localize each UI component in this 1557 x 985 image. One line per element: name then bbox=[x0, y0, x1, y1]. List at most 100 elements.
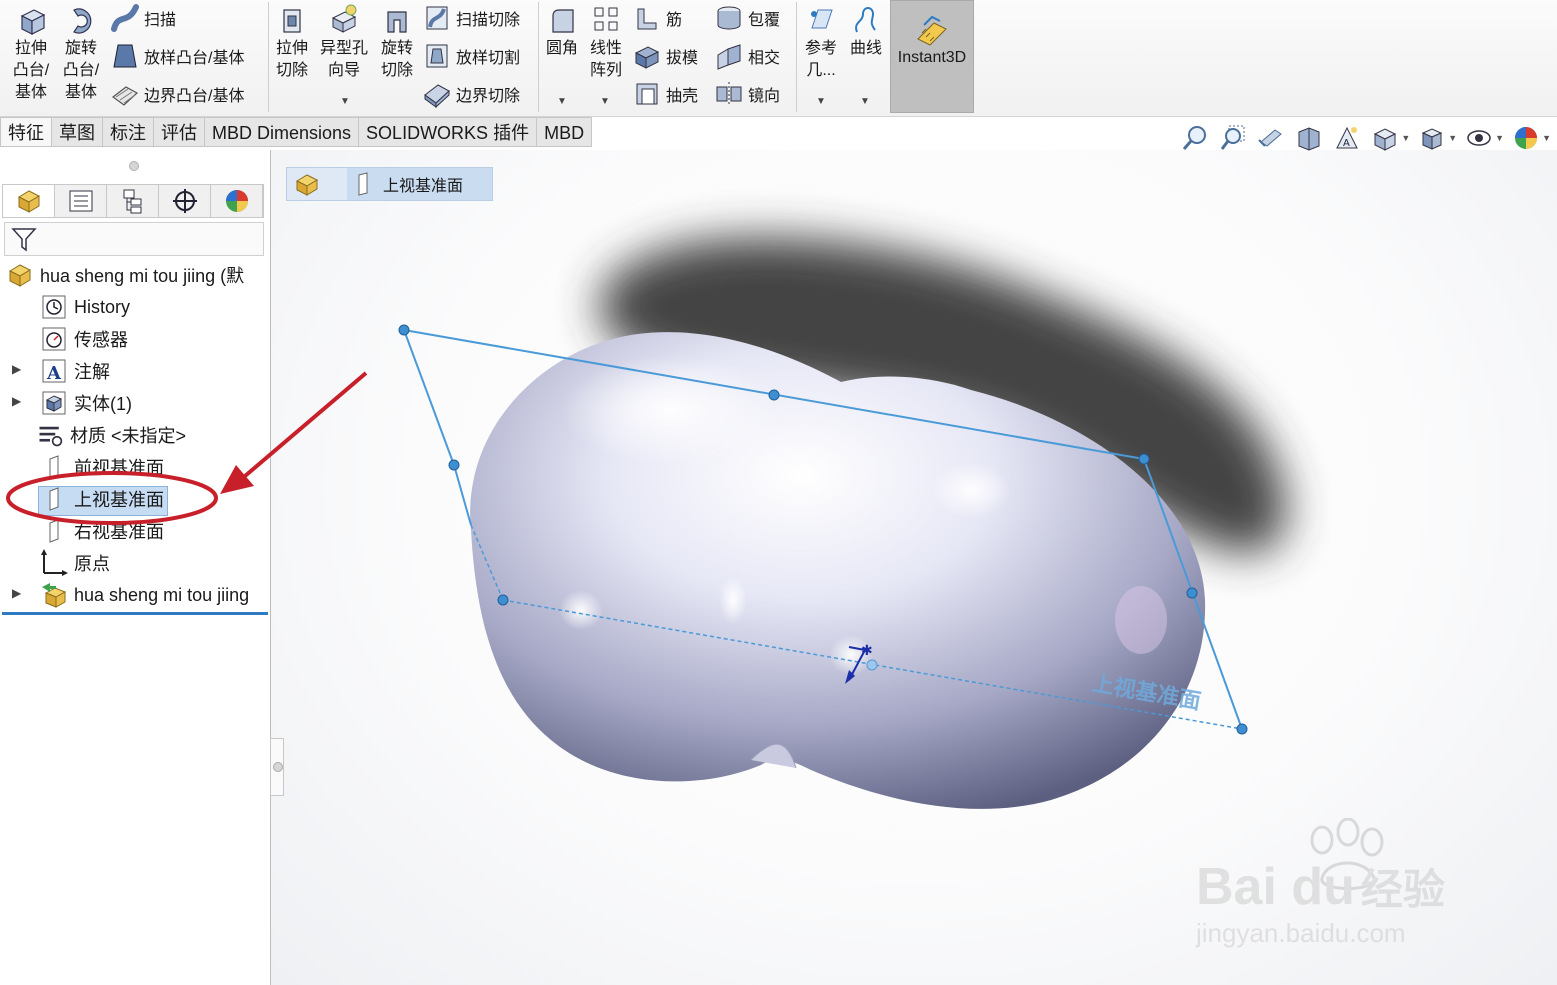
tree-item-origin[interactable]: 原点 bbox=[40, 549, 110, 577]
linear-pattern-label: 线性 阵列 bbox=[589, 40, 622, 79]
zoom-to-fit-button[interactable] bbox=[1179, 122, 1211, 154]
svg-text:A: A bbox=[1343, 138, 1350, 149]
tab-evaluate[interactable]: 评估 bbox=[154, 117, 205, 147]
plane-icon bbox=[49, 487, 59, 511]
revolved-boss-button[interactable]: 旋转 凸台/ 基体 bbox=[58, 4, 104, 104]
wrap-button[interactable]: 包覆 bbox=[714, 2, 780, 34]
svg-text:✱: ✱ bbox=[861, 643, 873, 659]
fillet-dropdown-icon[interactable]: ▼ bbox=[557, 96, 567, 107]
tree-item-top-plane[interactable]: 上视基准面 bbox=[40, 485, 164, 513]
hole-wizard-button[interactable]: 异型孔 向导 bbox=[316, 4, 372, 82]
tree-item-front-plane[interactable]: 前视基准面 bbox=[40, 453, 164, 481]
curves-button[interactable]: 曲线 bbox=[846, 4, 886, 60]
breadcrumb-label: 上视基准面 bbox=[383, 178, 464, 195]
dynamic-annotation-views-button[interactable]: A bbox=[1331, 122, 1363, 154]
tab-mbd[interactable]: MBD bbox=[537, 117, 593, 147]
section-view-icon bbox=[1298, 127, 1320, 151]
tree-item-material[interactable]: 材质 <未指定> bbox=[36, 421, 186, 449]
displaymanager-icon bbox=[225, 190, 248, 212]
curves-dropdown-icon[interactable]: ▼ bbox=[860, 96, 870, 107]
breadcrumb[interactable]: 上视基准面 bbox=[286, 167, 493, 201]
eye-icon bbox=[1467, 130, 1491, 146]
tree-item-right-plane[interactable]: 右视基准面 bbox=[40, 517, 164, 545]
display-style-icon bbox=[1422, 128, 1443, 150]
reference-geometry-dropdown-icon[interactable]: ▼ bbox=[816, 96, 826, 107]
watermark-brand-cn: 经验 bbox=[1360, 866, 1445, 913]
tab-sketch[interactable]: 草图 bbox=[52, 117, 103, 147]
linear-pattern-button[interactable]: 线性 阵列 bbox=[586, 4, 626, 82]
expand-feature-icon[interactable]: ▶ bbox=[12, 586, 21, 600]
solid-body-icon bbox=[42, 391, 66, 415]
appearance-icon bbox=[1515, 127, 1538, 149]
expand-annotations-icon[interactable]: ▶ bbox=[12, 362, 21, 376]
tree-filter[interactable] bbox=[4, 222, 264, 256]
highlight bbox=[719, 576, 747, 624]
hide-show-dropdown-icon[interactable]: ▼ bbox=[1495, 133, 1504, 143]
revolved-cut-button[interactable]: 旋转 切除 bbox=[376, 4, 418, 82]
breadcrumb-part[interactable] bbox=[287, 168, 347, 200]
zoom-to-area-button[interactable] bbox=[1217, 122, 1249, 154]
hole-wizard-dropdown-icon[interactable]: ▼ bbox=[340, 96, 350, 107]
part-icon bbox=[295, 174, 319, 196]
view-orientation-button[interactable] bbox=[1369, 122, 1401, 154]
tree-item-solid-bodies[interactable]: 实体(1) bbox=[40, 389, 132, 417]
draft-button[interactable]: 拔模 bbox=[632, 40, 698, 72]
rib-button[interactable]: 筋 bbox=[632, 2, 682, 34]
tree-item-feature[interactable]: hua sheng mi tou jiing bbox=[40, 581, 268, 609]
tab-markup[interactable]: 标注 bbox=[103, 117, 154, 147]
display-style-dropdown-icon[interactable]: ▼ bbox=[1448, 133, 1457, 143]
featuremanager-tab[interactable] bbox=[3, 185, 55, 217]
tree-item-annotations[interactable]: A 注解 bbox=[40, 357, 110, 385]
draft-label: 拔模 bbox=[666, 50, 699, 67]
ribbon-separator bbox=[796, 2, 797, 112]
wrap-icon bbox=[717, 6, 741, 30]
shell-icon bbox=[636, 83, 658, 105]
lofted-boss-button[interactable]: 放样凸台/基体 bbox=[110, 40, 244, 72]
mirror-button[interactable]: 镜向 bbox=[714, 78, 780, 110]
panel-splitter[interactable] bbox=[270, 738, 284, 796]
linear-pattern-dropdown-icon[interactable]: ▼ bbox=[600, 96, 610, 107]
boundary-boss-button[interactable]: 边界凸台/基体 bbox=[110, 78, 244, 110]
section-view-button[interactable] bbox=[1293, 122, 1325, 154]
revolve-boss-icon bbox=[73, 8, 92, 34]
fillet-button[interactable]: 圆角 bbox=[542, 4, 582, 60]
tree-item-sensors[interactable]: 传感器 bbox=[40, 325, 128, 353]
breadcrumb-selected[interactable]: 上视基准面 bbox=[347, 168, 492, 200]
tab-solidworks-addins[interactable]: SOLIDWORKS 插件 bbox=[359, 117, 538, 147]
extruded-cut-label: 拉伸 切除 bbox=[275, 40, 308, 79]
tab-mbd-dimensions[interactable]: MBD Dimensions bbox=[205, 117, 360, 147]
extrude-boss-icon bbox=[20, 9, 46, 35]
instant3d-button[interactable]: Instant3D bbox=[890, 0, 974, 113]
reference-geometry-button[interactable]: 参考 几... bbox=[800, 4, 842, 82]
sweep-button[interactable]: 扫描 bbox=[110, 2, 176, 34]
display-style-button[interactable] bbox=[1416, 122, 1448, 154]
shell-button[interactable]: 抽壳 bbox=[632, 78, 698, 110]
propertymanager-tab[interactable] bbox=[55, 185, 107, 217]
dimxpert-tab[interactable] bbox=[159, 185, 211, 217]
configurationmanager-icon bbox=[123, 189, 141, 214]
configurationmanager-tab[interactable] bbox=[107, 185, 159, 217]
draft-icon bbox=[634, 46, 660, 69]
tree-root-part[interactable]: hua sheng mi tou jiing (默 bbox=[6, 261, 268, 289]
top-plane-label: 上视基准面 bbox=[74, 490, 164, 510]
view-orientation-dropdown-icon[interactable]: ▼ bbox=[1401, 133, 1410, 143]
extruded-cut-button[interactable]: 拉伸 切除 bbox=[272, 4, 312, 82]
panel-grip[interactable] bbox=[129, 161, 139, 171]
displaymanager-tab[interactable] bbox=[211, 185, 263, 217]
tab-features[interactable]: 特征 bbox=[0, 117, 52, 147]
boundary-boss-icon bbox=[111, 86, 139, 106]
curves-icon bbox=[855, 7, 876, 33]
expand-solid-bodies-icon[interactable]: ▶ bbox=[12, 394, 21, 408]
lofted-cut-button[interactable]: 放样切割 bbox=[422, 40, 520, 72]
boundary-cut-button[interactable]: 边界切除 bbox=[422, 78, 520, 110]
previous-view-button[interactable] bbox=[1255, 122, 1287, 154]
appearance-dropdown-icon[interactable]: ▼ bbox=[1542, 133, 1551, 143]
extruded-boss-button[interactable]: 拉伸 凸台/ 基体 bbox=[8, 4, 54, 104]
swept-cut-button[interactable]: 扫描切除 bbox=[422, 2, 520, 34]
hide-show-items-button[interactable] bbox=[1463, 122, 1495, 154]
lofted-boss-label: 放样凸台/基体 bbox=[144, 50, 245, 67]
feature-label: hua sheng mi tou jiing bbox=[74, 584, 250, 605]
edit-appearance-button[interactable] bbox=[1510, 122, 1542, 154]
tree-item-history[interactable]: History bbox=[40, 293, 130, 321]
intersect-button[interactable]: 相交 bbox=[714, 40, 780, 72]
